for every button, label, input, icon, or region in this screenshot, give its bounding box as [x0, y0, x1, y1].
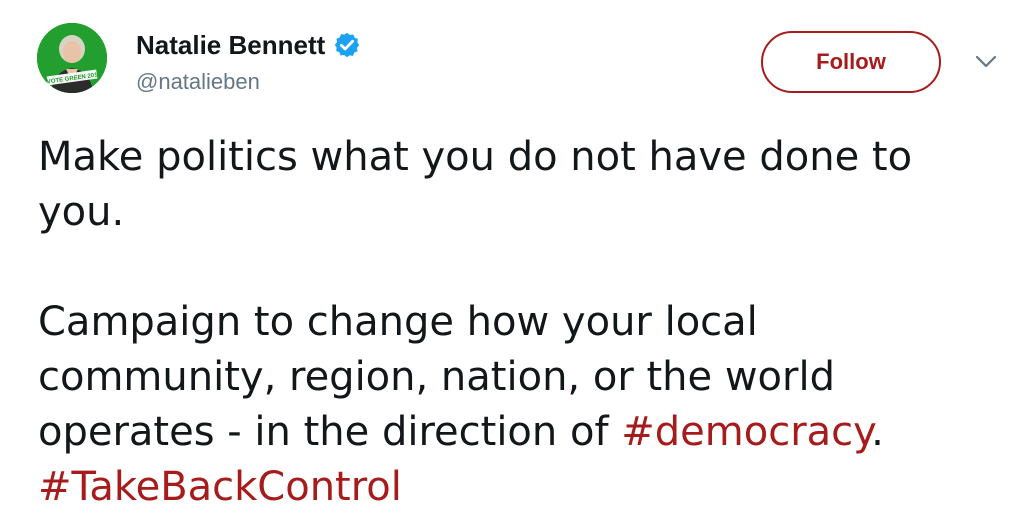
tweet-card: #VOTE GREEN 2019 Natalie Bennett @natali… — [0, 0, 1032, 516]
tweet-text-line-1: Make politics what you do not have done … — [38, 134, 913, 180]
verified-badge-icon — [333, 31, 361, 59]
avatar-image: #VOTE GREEN 2019 — [37, 23, 107, 93]
tweet-paragraph-2: Campaign to change how your local commun… — [38, 295, 998, 515]
tweet-line: Make politics what you do not have done … — [38, 130, 998, 240]
tweet-text-period: . — [871, 409, 884, 455]
author-display-name[interactable]: Natalie Bennett — [136, 30, 325, 61]
tweet-text: Make politics what you do not have done … — [38, 130, 998, 515]
chevron-down-icon[interactable] — [972, 52, 1000, 72]
hashtag-takebackcontrol-link[interactable]: #TakeBackControl — [38, 464, 402, 510]
follow-button[interactable]: Follow — [761, 31, 941, 93]
author-name-row[interactable]: Natalie Bennett — [136, 27, 361, 63]
tweet-text-line-2: you. — [38, 189, 125, 235]
author-handle[interactable]: @natalieben — [136, 69, 260, 95]
avatar[interactable]: #VOTE GREEN 2019 — [37, 23, 107, 93]
hashtag-democracy-link[interactable]: #democracy — [621, 409, 871, 455]
